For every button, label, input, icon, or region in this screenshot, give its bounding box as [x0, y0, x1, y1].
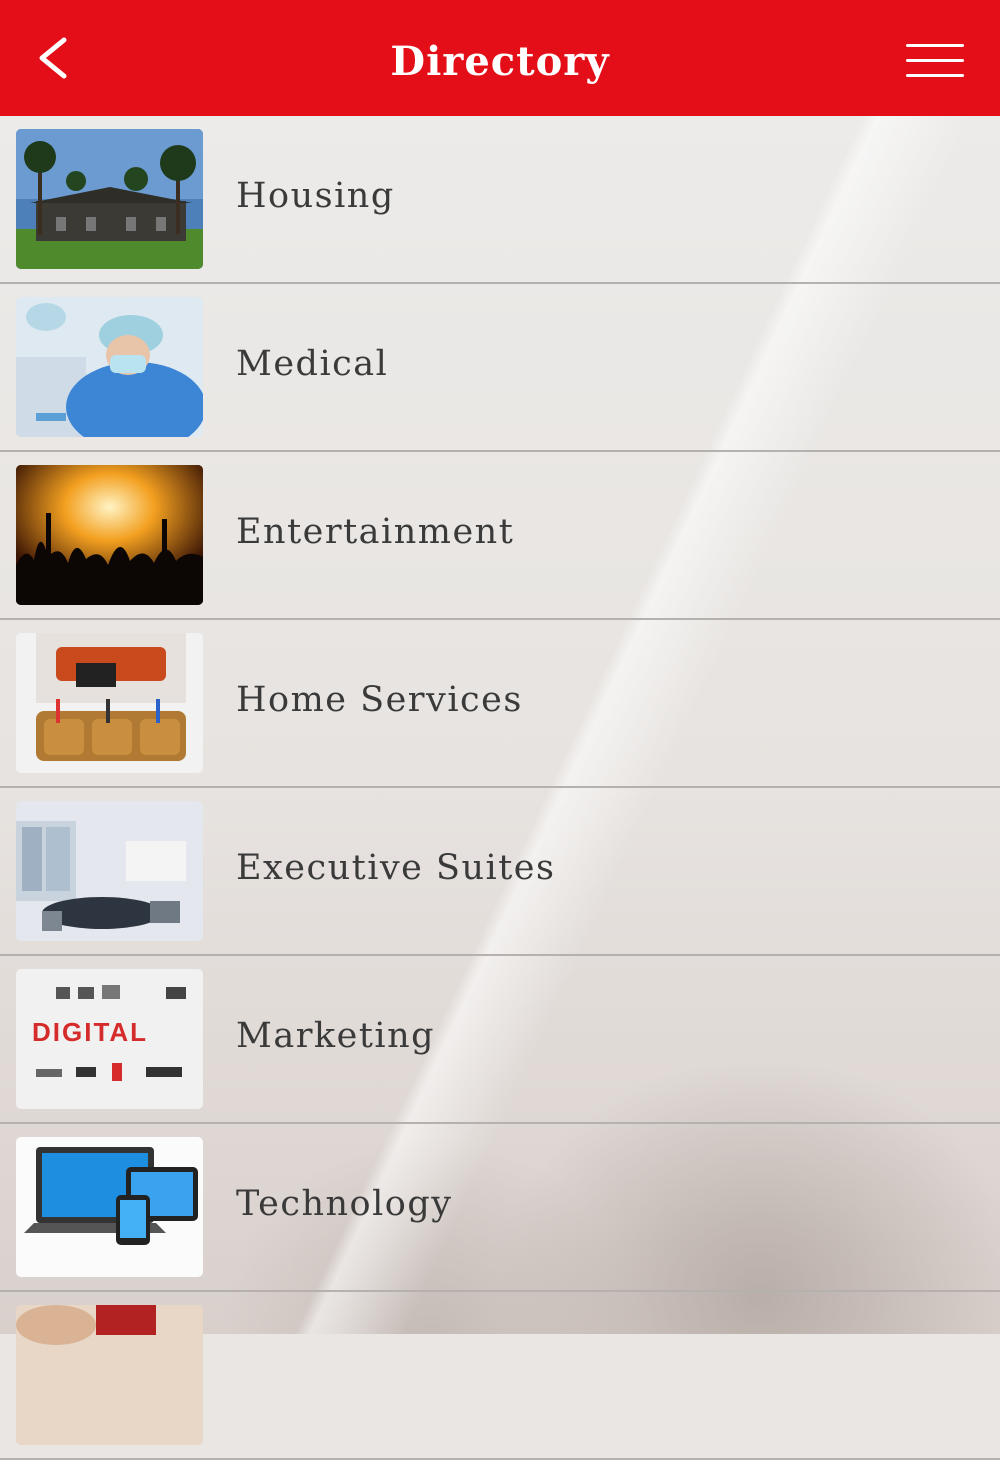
app-header: Directory	[0, 0, 1000, 116]
list-item-label: Entertainment	[236, 512, 515, 552]
list-item-label: Technology	[236, 1184, 453, 1224]
list-item-label: Housing	[236, 176, 395, 216]
hamburger-menu-icon[interactable]	[906, 44, 964, 78]
list-item-label: Medical	[236, 344, 389, 384]
page-title: Directory	[390, 38, 610, 85]
list-item-entertainment[interactable]: Entertainment	[0, 452, 1000, 620]
list-item-housing[interactable]: Housing	[0, 116, 1000, 284]
partial-photo	[16, 1305, 203, 1445]
entertainment-photo	[16, 465, 203, 605]
medical-photo	[16, 297, 203, 437]
marketing-image-text: DIGITAL	[32, 1017, 148, 1047]
list-item-home-services[interactable]: Home Services	[0, 620, 1000, 788]
list-item-medical[interactable]: Medical	[0, 284, 1000, 452]
list-item-label: Marketing	[236, 1016, 436, 1056]
list-item-technology[interactable]: Technology	[0, 1124, 1000, 1292]
technology-photo	[16, 1137, 203, 1277]
directory-list: Housing Medical Entertainment Home Servi…	[0, 116, 1000, 1460]
housing-photo	[16, 129, 203, 269]
list-item-label: Home Services	[236, 680, 523, 720]
marketing-photo: DIGITAL	[16, 969, 203, 1109]
list-item-executive-suites[interactable]: Executive Suites	[0, 788, 1000, 956]
list-item-marketing[interactable]: DIGITAL Marketing	[0, 956, 1000, 1124]
executive-suites-photo	[16, 801, 203, 941]
home-services-photo	[16, 633, 203, 773]
list-item-label: Executive Suites	[236, 848, 556, 888]
list-item-partial[interactable]	[0, 1292, 1000, 1460]
